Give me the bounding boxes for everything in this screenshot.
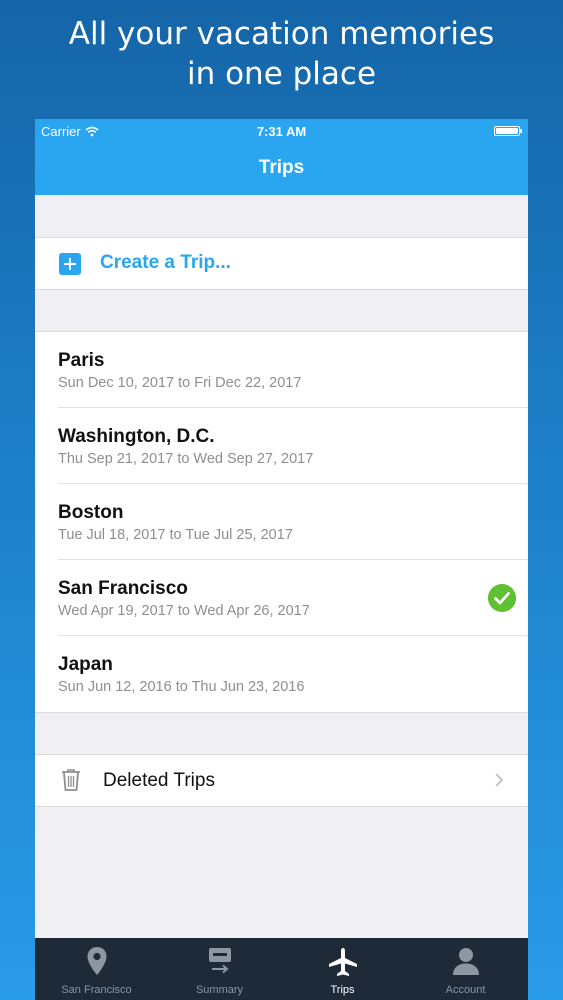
trip-row-san-francisco[interactable]: San Francisco Wed Apr 19, 2017 to Wed Ap…	[35, 560, 528, 636]
trip-row-washington[interactable]: Washington, D.C. Thu Sep 21, 2017 to Wed…	[35, 408, 528, 484]
trip-name: Paris	[58, 350, 105, 371]
tab-summary[interactable]: Summary	[158, 938, 281, 1000]
user-icon	[452, 948, 479, 975]
tab-bar: San Francisco Summary Trips Account	[35, 938, 528, 1000]
trip-dates: Sun Jun 12, 2016 to Thu Jun 23, 2016	[58, 679, 305, 695]
battery-icon	[494, 126, 522, 136]
checkmark-icon	[488, 584, 516, 612]
trip-dates: Sun Dec 10, 2017 to Fri Dec 22, 2017	[58, 375, 302, 391]
trip-dates: Wed Apr 19, 2017 to Wed Apr 26, 2017	[58, 603, 310, 619]
map-pin-icon	[87, 947, 106, 975]
airplane-icon	[328, 948, 357, 976]
tab-label: Summary	[195, 984, 244, 996]
tab-trips[interactable]: Trips	[281, 938, 404, 1000]
promo-headline: All your vacation memories in one place	[0, 14, 563, 94]
tab-san-francisco[interactable]: San Francisco	[35, 938, 158, 1000]
trip-name: Boston	[58, 502, 124, 523]
deleted-trips-row[interactable]: Deleted Trips	[35, 754, 528, 807]
create-trip-button[interactable]: Create a Trip...	[35, 237, 528, 290]
trip-dates: Thu Sep 21, 2017 to Wed Sep 27, 2017	[58, 451, 314, 467]
summary-icon	[208, 948, 231, 974]
status-time: 7:31 AM	[256, 124, 307, 139]
trip-name: Washington, D.C.	[58, 426, 215, 447]
trip-name: San Francisco	[58, 578, 188, 599]
trip-row-paris[interactable]: Paris Sun Dec 10, 2017 to Fri Dec 22, 20…	[35, 332, 528, 408]
page-title: Trips	[258, 157, 305, 178]
deleted-trips-label: Deleted Trips	[103, 770, 215, 791]
trip-row-japan[interactable]: Japan Sun Jun 12, 2016 to Thu Jun 23, 20…	[35, 636, 528, 712]
tab-label: Account	[445, 984, 486, 996]
plus-icon	[59, 253, 81, 275]
phone-screen: Carrier 7:31 AM Trips Create a Trip... P…	[35, 119, 528, 1000]
chevron-right-icon	[495, 773, 504, 787]
trip-name: Japan	[58, 654, 113, 675]
trash-icon	[62, 769, 80, 791]
trip-dates: Tue Jul 18, 2017 to Tue Jul 25, 2017	[58, 527, 293, 543]
trip-list: Paris Sun Dec 10, 2017 to Fri Dec 22, 20…	[35, 331, 528, 713]
tab-label: San Francisco	[61, 984, 132, 996]
tab-account[interactable]: Account	[404, 938, 527, 1000]
status-bar: Carrier 7:31 AM	[35, 119, 528, 143]
headline-line-1: All your vacation memories	[68, 16, 495, 52]
trip-row-boston[interactable]: Boston Tue Jul 18, 2017 to Tue Jul 25, 2…	[35, 484, 528, 560]
tab-label: Trips	[330, 984, 355, 996]
create-trip-label: Create a Trip...	[100, 252, 231, 273]
headline-line-2: in one place	[186, 56, 377, 92]
navigation-bar: Trips	[35, 143, 528, 195]
